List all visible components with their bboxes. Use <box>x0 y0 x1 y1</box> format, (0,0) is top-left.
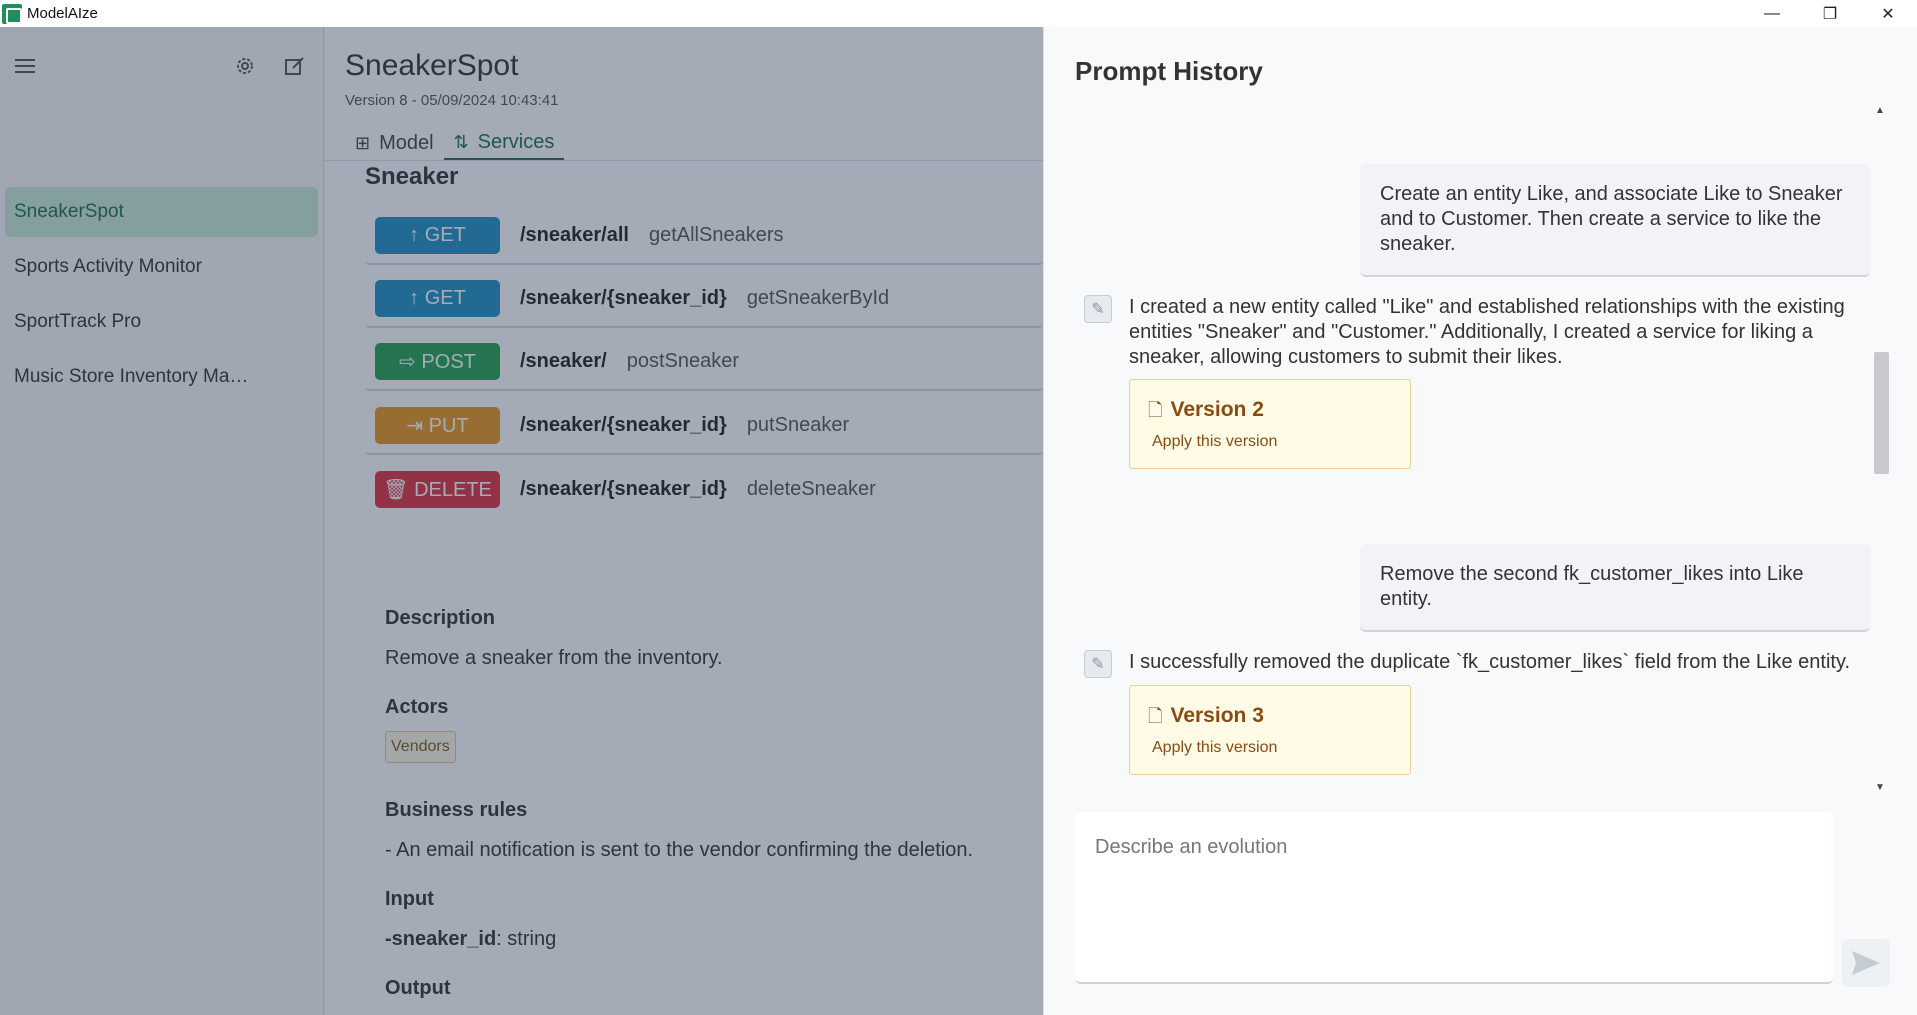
window-controls: — ❐ ✕ <box>1743 0 1917 27</box>
close-button[interactable]: ✕ <box>1859 0 1917 27</box>
version-card[interactable]: 🗋 Version 2 Apply this version <box>1129 379 1411 469</box>
assistant-avatar-icon: ✎ <box>1084 295 1112 323</box>
app-title: ModelAIze <box>27 5 98 22</box>
ai-message-text: I created a new entity called "Like" and… <box>1129 296 1845 368</box>
apply-version-link[interactable]: Apply this version <box>1152 433 1277 451</box>
assistant-avatar-icon: ✎ <box>1084 650 1112 678</box>
modal-backdrop[interactable] <box>0 27 1043 1015</box>
panel-title: Prompt History <box>1075 56 1263 86</box>
maximize-button[interactable]: ❐ <box>1801 0 1859 27</box>
app-logo-icon <box>2 3 22 24</box>
scroll-up-icon[interactable]: ▲ <box>1875 105 1885 116</box>
prompt-history-panel: Prompt History Create an entity Like, an… <box>1043 27 1917 1015</box>
scroll-down-icon[interactable]: ▼ <box>1875 782 1885 793</box>
send-icon <box>1852 951 1880 975</box>
version-title: 🗋 Version 2 <box>1148 398 1264 421</box>
evolution-input[interactable] <box>1075 812 1833 982</box>
apply-version-link[interactable]: Apply this version <box>1152 739 1277 757</box>
version-card[interactable]: 🗋 Version 3 Apply this version <box>1129 685 1411 775</box>
minimize-button[interactable]: — <box>1743 0 1801 27</box>
document-icon: 🗋 <box>1148 400 1163 420</box>
ai-message-text: I successfully removed the duplicate `fk… <box>1129 651 1851 673</box>
user-message: Remove the second fk_customer_likes into… <box>1360 544 1870 632</box>
version-title: 🗋 Version 3 <box>1148 704 1264 727</box>
chat-scrollbar[interactable]: ▲ ▼ <box>1870 102 1889 797</box>
scroll-thumb[interactable] <box>1874 352 1889 474</box>
compose-box <box>1075 812 1833 984</box>
title-bar: ModelAIze — ❐ ✕ <box>0 0 1917 27</box>
user-message: Create an entity Like, and associate Lik… <box>1360 164 1870 277</box>
document-icon: 🗋 <box>1148 706 1163 726</box>
send-button[interactable] <box>1842 939 1890 987</box>
chat-history: Create an entity Like, and associate Lik… <box>1074 102 1870 797</box>
